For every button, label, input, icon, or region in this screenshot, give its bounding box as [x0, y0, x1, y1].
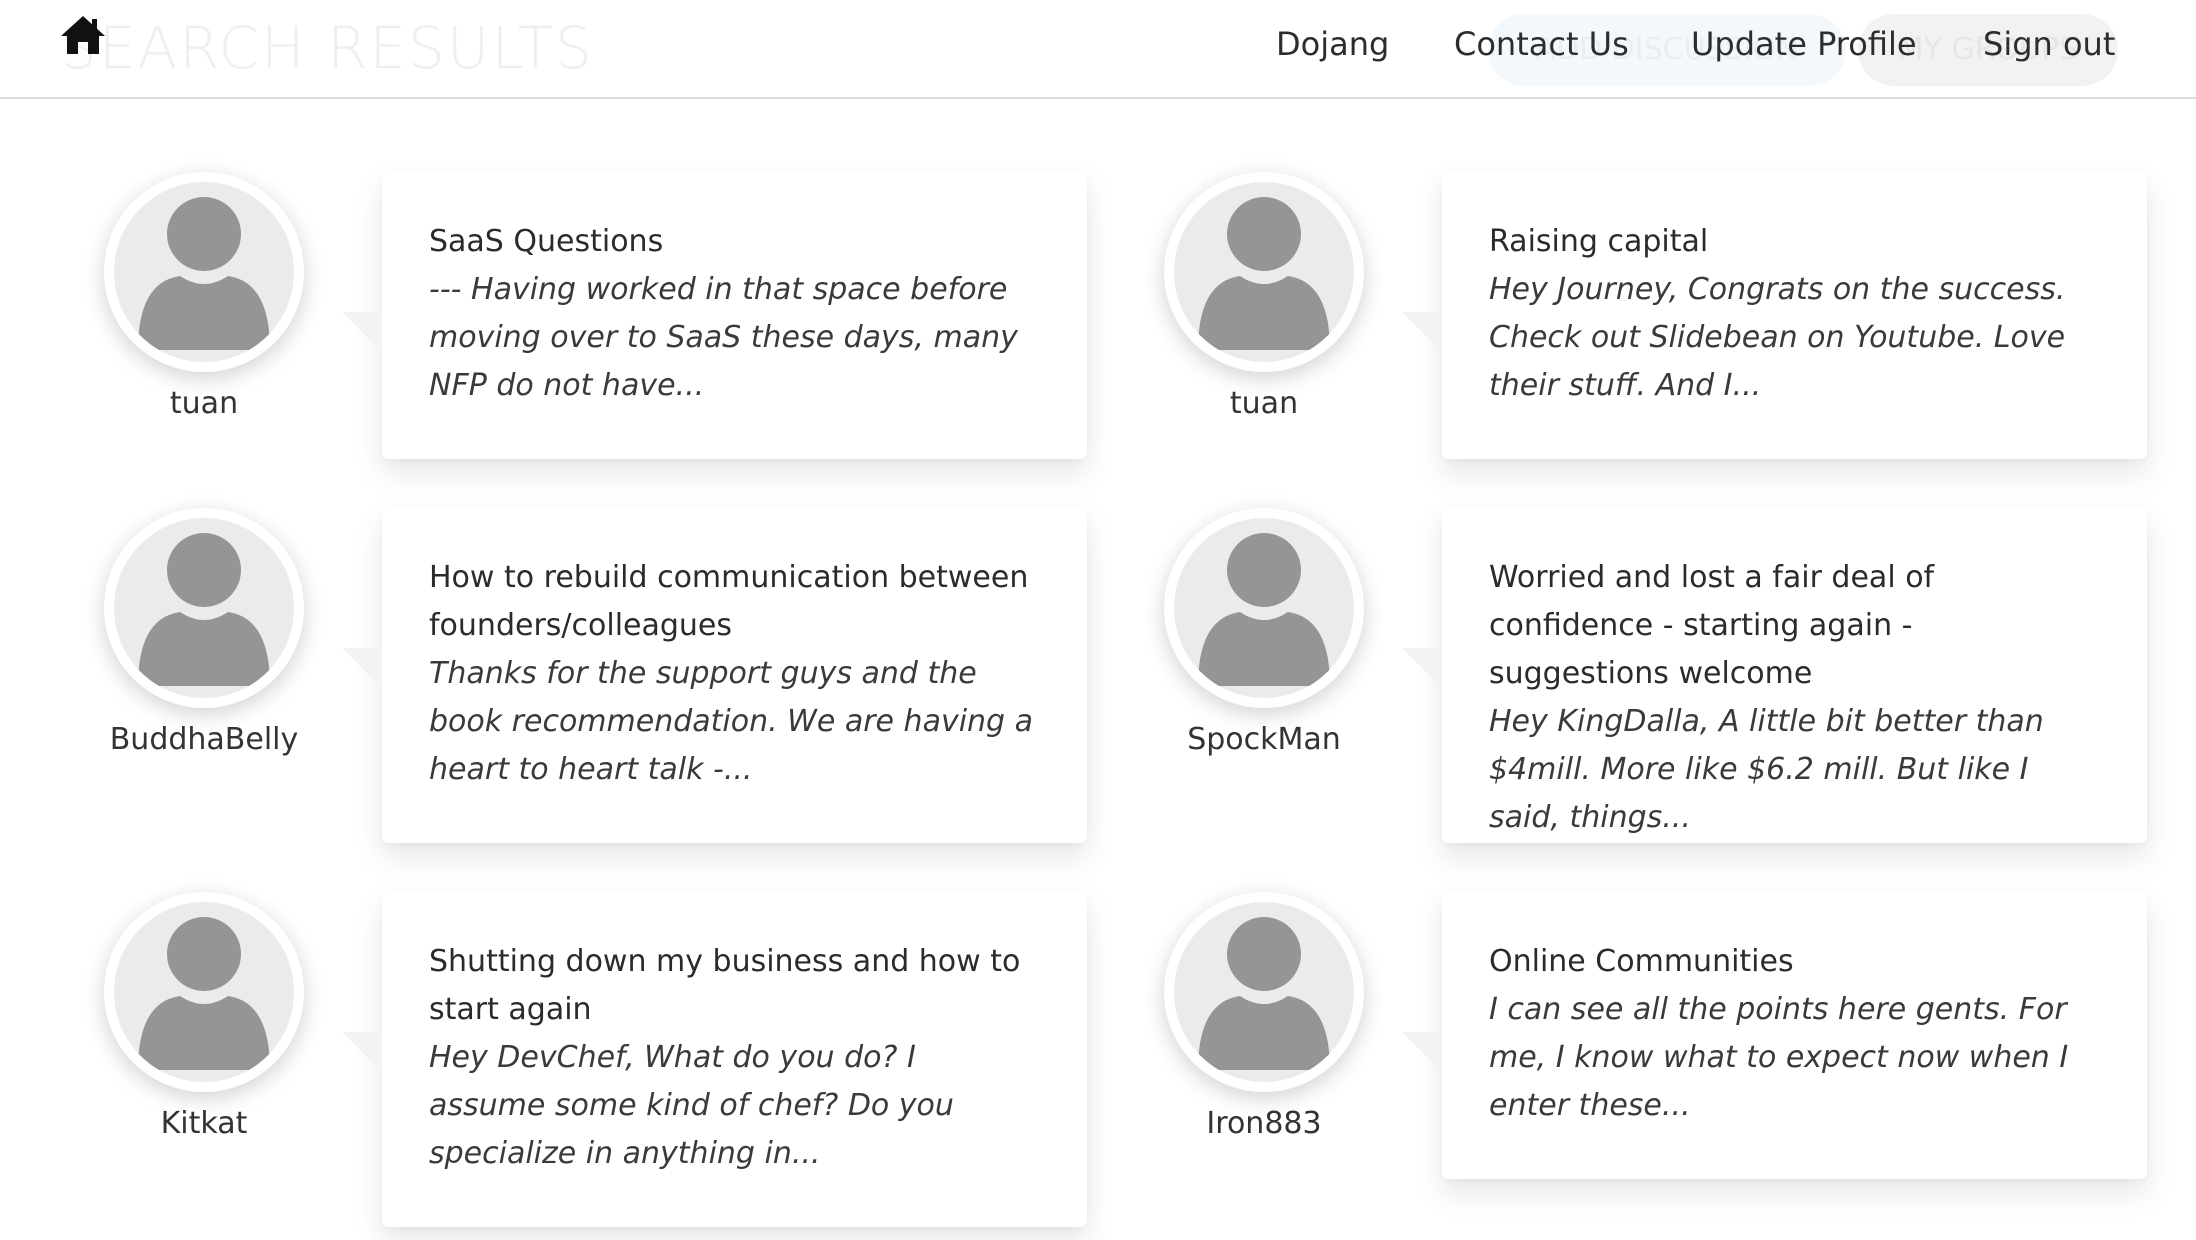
- post-title: Shutting down my business and how to sta…: [429, 944, 1021, 1027]
- post-excerpt: Hey DevChef, What do you do? I assume so…: [429, 1040, 954, 1171]
- nav-link-contact-us[interactable]: Contact Us: [1454, 22, 1629, 66]
- post-title: Worried and lost a fair deal of confiden…: [1489, 560, 1935, 691]
- avatar[interactable]: [104, 172, 304, 372]
- avatar[interactable]: [1164, 508, 1364, 708]
- username[interactable]: Iron883: [1164, 1106, 1364, 1141]
- user-silhouette-icon: [114, 182, 294, 362]
- post-excerpt: Thanks for the support guys and the book…: [429, 656, 1034, 787]
- result-card[interactable]: Worried and lost a fair deal of confiden…: [1402, 508, 2147, 843]
- username[interactable]: tuan: [104, 386, 304, 421]
- username[interactable]: SpockMan: [1164, 722, 1364, 757]
- user-silhouette-icon: [1174, 518, 1354, 698]
- post-title: Raising capital: [1489, 224, 1709, 259]
- result-author: BuddhaBelly: [104, 508, 304, 757]
- username[interactable]: tuan: [1164, 386, 1364, 421]
- result-card[interactable]: Raising capital Hey Journey, Congrats on…: [1402, 172, 2147, 459]
- avatar[interactable]: [104, 892, 304, 1092]
- avatar[interactable]: [104, 508, 304, 708]
- nav-link-dojang[interactable]: Dojang: [1276, 22, 1389, 66]
- result-author: tuan: [104, 172, 304, 421]
- username[interactable]: Kitkat: [104, 1106, 304, 1141]
- post-title: Online Communities: [1489, 944, 1794, 979]
- result-author: SpockMan: [1164, 508, 1364, 757]
- top-navigation-bar: SEARCH RESULTS ADD DISCUSSION MY GROUPS …: [0, 0, 2196, 99]
- result-card[interactable]: How to rebuild communication between fou…: [342, 508, 1087, 843]
- result-author: tuan: [1164, 172, 1364, 421]
- result-author: Kitkat: [104, 892, 304, 1141]
- page-title-faded: SEARCH RESULTS: [60, 14, 594, 82]
- post-excerpt: Hey KingDalla, A little bit better than …: [1489, 704, 2044, 835]
- user-silhouette-icon: [114, 518, 294, 698]
- user-silhouette-icon: [114, 902, 294, 1082]
- result-author: Iron883: [1164, 892, 1364, 1141]
- avatar[interactable]: [1164, 892, 1364, 1092]
- post-title: SaaS Questions: [429, 224, 664, 259]
- result-card[interactable]: Shutting down my business and how to sta…: [342, 892, 1087, 1227]
- post-excerpt: Hey Journey, Congrats on the success. Ch…: [1489, 272, 2066, 403]
- avatar[interactable]: [1164, 172, 1364, 372]
- result-card[interactable]: Online Communities I can see all the poi…: [1402, 892, 2147, 1179]
- user-silhouette-icon: [1174, 902, 1354, 1082]
- nav-link-sign-out[interactable]: Sign out: [1983, 22, 2115, 66]
- result-card[interactable]: SaaS Questions --- Having worked in that…: [342, 172, 1087, 459]
- post-title: How to rebuild communication between fou…: [429, 560, 1029, 643]
- username[interactable]: BuddhaBelly: [104, 722, 304, 757]
- post-excerpt: I can see all the points here gents. For…: [1489, 992, 2069, 1123]
- post-excerpt: --- Having worked in that space before m…: [429, 272, 1018, 403]
- user-silhouette-icon: [1174, 182, 1354, 362]
- nav-link-update-profile[interactable]: Update Profile: [1691, 22, 1917, 66]
- home-icon[interactable]: [59, 14, 107, 56]
